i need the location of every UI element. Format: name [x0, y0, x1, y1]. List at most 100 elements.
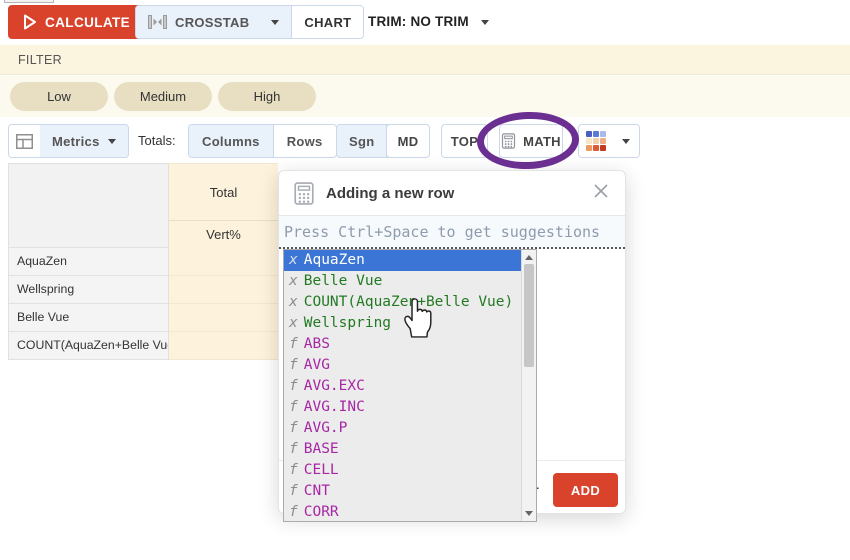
trim-label: TRIM: NO TRIM — [368, 14, 469, 29]
crosstab-icon — [148, 15, 167, 29]
table-row: COUNT(AquaZen+Belle Vue) — [8, 332, 278, 360]
total-column-header: Total — [169, 163, 278, 220]
row-value-cell — [169, 304, 278, 332]
table-row: Wellspring — [8, 276, 278, 304]
suggestion-scrollbar[interactable] — [521, 250, 536, 521]
suggestion-label: AVG.P — [304, 420, 348, 436]
suggestion-label: CNT — [304, 483, 330, 499]
metrics-group: Metrics — [8, 124, 129, 158]
md-button[interactable]: MD — [386, 124, 430, 158]
suggestion-type-prefix: f — [289, 441, 298, 457]
scroll-down-button[interactable] — [522, 507, 536, 520]
table-header: Total Vert% — [8, 163, 278, 248]
metrics-dropdown[interactable]: Metrics — [40, 125, 128, 157]
row-value-cell — [169, 332, 278, 360]
dialog-title: Adding a new row — [326, 185, 454, 202]
suggestion-list: xAquaZen x Belle Vue x COUNT(AquaZen+Belle… — [283, 249, 537, 522]
suggestion-item[interactable]: xWellspring — [284, 313, 521, 334]
suggestion-item[interactable]: x Belle Vue — [284, 271, 521, 292]
totals-rows-button[interactable]: Rows — [273, 125, 336, 157]
suggestion-label: Belle Vue — [304, 273, 383, 289]
filter-chip[interactable]: High — [218, 82, 316, 111]
suggestion-item[interactable]: fAVG.INC — [284, 397, 521, 418]
suggestion-type-prefix: f — [289, 357, 298, 373]
rows-label: Rows — [287, 134, 323, 149]
sgn-button[interactable]: Sgn — [337, 125, 386, 157]
suggestion-label: COUNT(AquaZen+Belle Vue) — [304, 294, 514, 310]
suggestion-item[interactable]: fCNT — [284, 481, 521, 502]
suggestion-type-prefix: f — [289, 504, 298, 520]
md-label: MD — [398, 134, 419, 149]
suggestion-label: AVG — [304, 357, 330, 373]
suggestion-label: CELL — [304, 462, 339, 478]
totals-label: Totals: — [138, 124, 176, 158]
table-layout-icon — [16, 134, 33, 149]
suggestion-item[interactable]: f AVG — [284, 355, 521, 376]
palette-button[interactable] — [579, 125, 613, 157]
suggestion-label: AquaZen — [304, 252, 365, 268]
suggestion-type-prefix: x — [289, 273, 298, 289]
calculate-button[interactable]: CALCULATE — [8, 5, 145, 39]
suggestion-type-prefix: f — [289, 336, 298, 352]
row-value-cell — [169, 248, 278, 276]
chart-tab[interactable]: CHART — [291, 6, 363, 38]
columns-label: Columns — [202, 134, 260, 149]
row-label-cell: Belle Vue — [8, 304, 169, 332]
view-switcher: CROSSTAB CHART — [135, 5, 364, 39]
suggestion-item[interactable]: x COUNT(AquaZen+Belle Vue) — [284, 292, 521, 313]
filter-chip[interactable]: Low — [10, 82, 108, 111]
vert-subheader: Vert% — [169, 220, 278, 248]
scrollbar-thumb[interactable] — [524, 264, 534, 367]
suggestion-item[interactable]: f CORR — [284, 502, 521, 521]
trim-dropdown[interactable]: TRIM: NO TRIM — [368, 5, 489, 39]
suggestion-item[interactable]: f ABS — [284, 334, 521, 355]
suggestion-item[interactable]: xAquaZen — [284, 250, 521, 271]
filter-chips: LowMediumHigh — [0, 76, 850, 117]
layout-grid-button[interactable] — [9, 125, 40, 157]
formula-input[interactable]: Press Ctrl+Space to get suggestions — [279, 216, 625, 249]
crosstab-caret-icon[interactable] — [271, 20, 279, 25]
suggestion-label: BASE — [304, 441, 339, 457]
row-label-cell: COUNT(AquaZen+Belle Vue) — [8, 332, 169, 360]
suggestion-type-prefix: f — [289, 420, 298, 436]
palette-caret-button[interactable] — [613, 125, 639, 157]
chart-label: CHART — [304, 15, 351, 30]
formula-placeholder: Press Ctrl+Space to get suggestions — [284, 223, 600, 241]
filter-chip[interactable]: Medium — [114, 82, 212, 111]
play-icon — [23, 14, 37, 30]
dialog-header: Adding a new row — [279, 171, 625, 216]
suggestion-label: Wellspring — [304, 315, 391, 331]
table-corner-cell — [8, 163, 169, 248]
suggestion-item[interactable]: fAVG.EXC — [284, 376, 521, 397]
totals-columns-button[interactable]: Columns — [189, 125, 273, 157]
math-button[interactable]: MATH — [499, 124, 563, 158]
suggestion-type-prefix: x — [289, 294, 298, 310]
suggestion-item[interactable]: fCELL — [284, 460, 521, 481]
suggestion-items: xAquaZen x Belle Vue x COUNT(AquaZen+Belle… — [284, 250, 521, 521]
scroll-up-icon — [525, 255, 533, 260]
scroll-up-button[interactable] — [522, 251, 536, 264]
row-label-cell: Wellspring — [8, 276, 169, 304]
calculator-icon — [501, 133, 516, 149]
totals-toggle-group: Columns Rows — [188, 124, 337, 158]
suggestion-label: ABS — [304, 336, 330, 352]
top-button[interactable]: TOP — [441, 124, 488, 158]
palette-caret-icon — [622, 139, 630, 144]
scroll-down-icon — [525, 511, 533, 516]
crosstab-tab[interactable]: CROSSTAB — [136, 6, 291, 38]
metrics-label: Metrics — [52, 134, 100, 149]
suggestion-item[interactable]: f AVG.P — [284, 418, 521, 439]
row-label-cell: AquaZen — [8, 248, 169, 276]
filter-band: FILTER — [0, 45, 850, 75]
table-row: Belle Vue — [8, 304, 278, 332]
metrics-toolbar: Metrics Totals: Columns Rows Sgn MD — [0, 117, 850, 163]
add-button[interactable]: ADD — [553, 473, 618, 507]
app-window: CALCULATE CROSSTAB CHART TRIM: NO TRIM F… — [0, 0, 850, 560]
suggestion-item[interactable]: f BASE — [284, 439, 521, 460]
crosstab-table: Total Vert% AquaZen Wellspring Belle Vue… — [8, 163, 278, 360]
filter-label: FILTER — [18, 53, 62, 67]
dialog-close-button[interactable] — [591, 181, 611, 205]
suggestion-label: CORR — [304, 504, 339, 520]
table-row: AquaZen — [8, 248, 278, 276]
table-body: AquaZen Wellspring Belle Vue COUNT(AquaZ… — [8, 248, 278, 360]
